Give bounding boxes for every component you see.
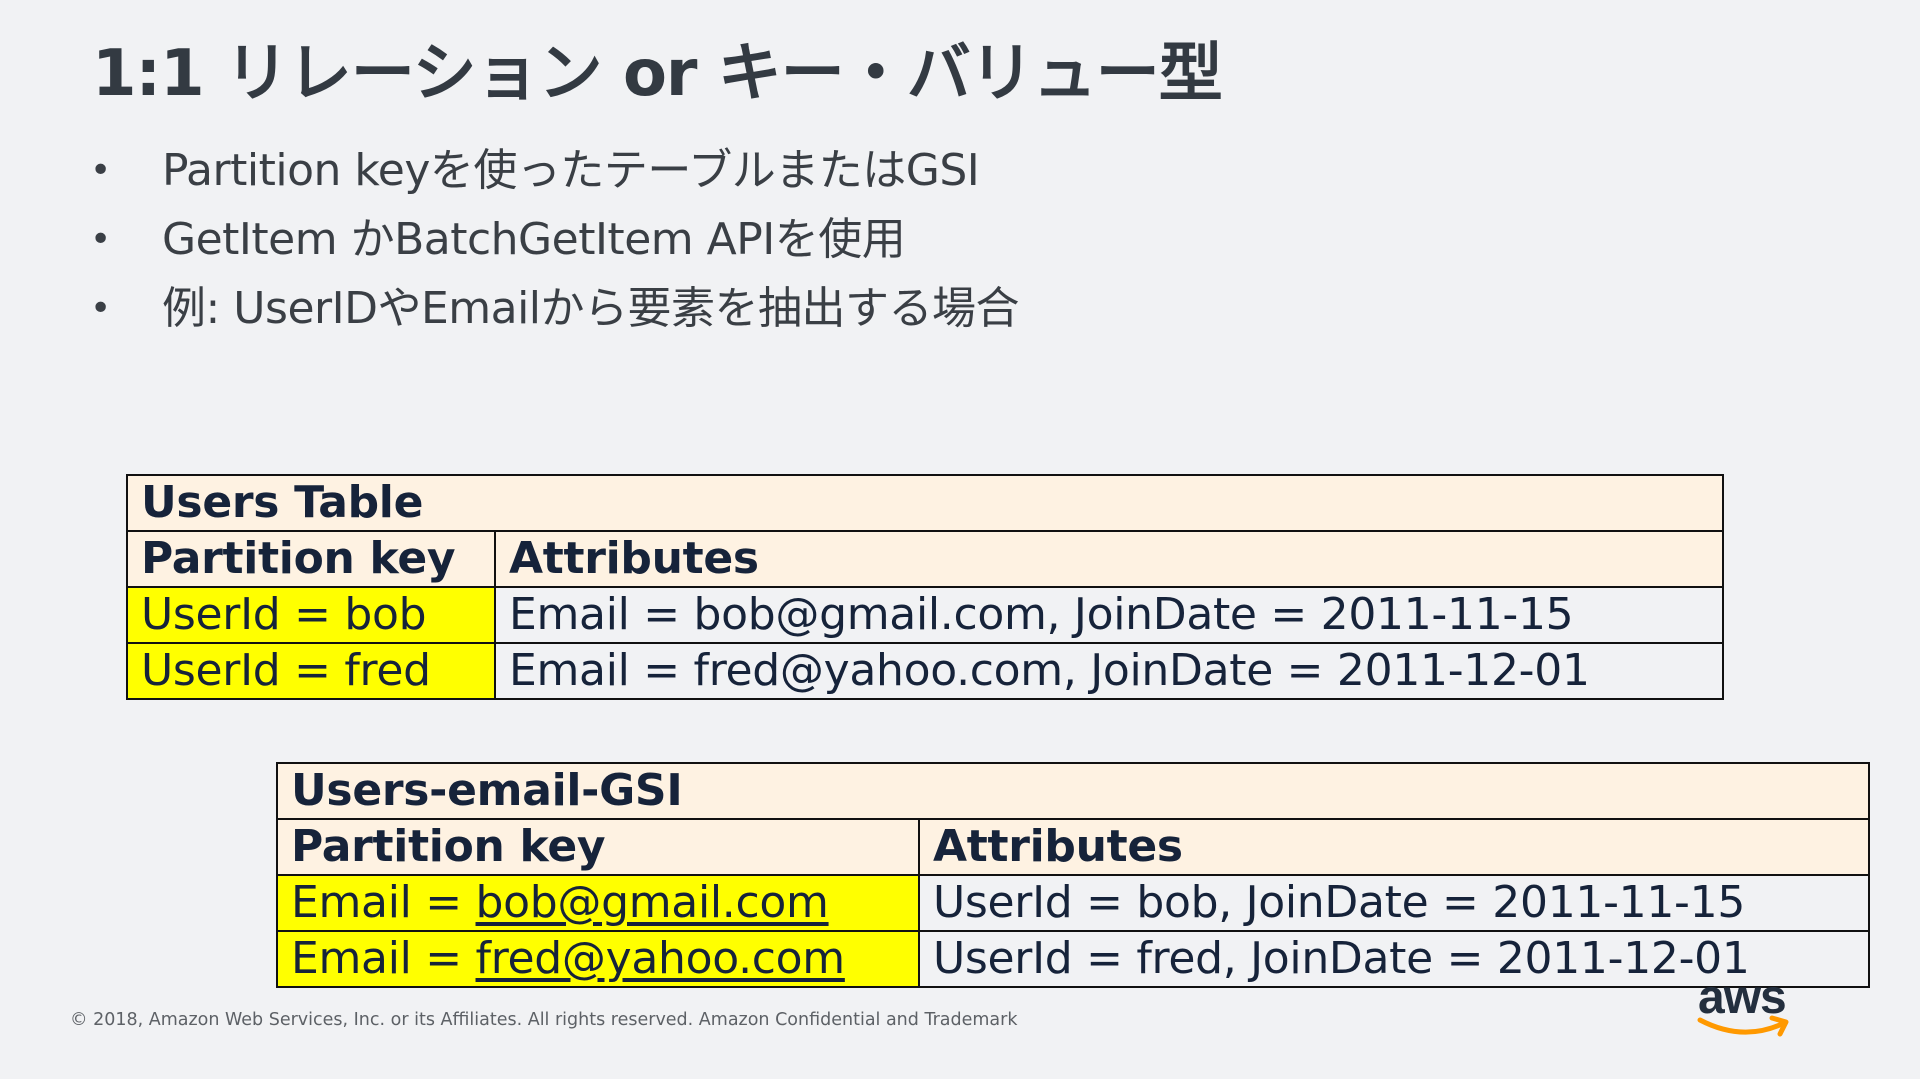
table-header-row: Partition key Attributes <box>126 530 1724 588</box>
table-title: Users-email-GSI <box>276 762 1870 820</box>
copyright-footer: © 2018, Amazon Web Services, Inc. or its… <box>70 1010 1018 1030</box>
table-title-row: Users Table <box>126 474 1724 532</box>
attributes-cell: Email = fred@yahoo.com, JoinDate = 2011-… <box>494 642 1724 700</box>
email-link[interactable]: bob@gmail.com <box>476 877 829 928</box>
key-prefix: Email = <box>291 933 476 984</box>
column-header-attributes: Attributes <box>494 530 1724 588</box>
table-header-row: Partition key Attributes <box>276 818 1870 876</box>
aws-logo: aws <box>1696 971 1796 1046</box>
key-prefix: Email = <box>291 877 476 928</box>
column-header-partition-key: Partition key <box>276 818 920 876</box>
attributes-cell: Email = bob@gmail.com, JoinDate = 2011-1… <box>494 586 1724 644</box>
bullet-marker: • <box>90 219 112 260</box>
column-header-partition-key: Partition key <box>126 530 496 588</box>
partition-key-cell: Email = fred@yahoo.com <box>276 930 920 988</box>
table-row: UserId = fred Email = fred@yahoo.com, Jo… <box>126 642 1724 700</box>
bullet-marker: • <box>90 150 112 191</box>
partition-key-cell: UserId = fred <box>126 642 496 700</box>
table-row: Email = bob@gmail.com UserId = bob, Join… <box>276 874 1870 932</box>
aws-smile-icon <box>1697 1015 1789 1037</box>
bullet-text: GetItem かBatchGetItem APIを使用 <box>162 214 906 265</box>
table-title-row: Users-email-GSI <box>276 762 1870 820</box>
bullet-text: 例: UserIDやEmailから要素を抽出する場合 <box>162 283 1020 334</box>
table-title: Users Table <box>126 474 1724 532</box>
bullet-text: Partition keyを使ったテーブルまたはGSI <box>162 145 980 196</box>
attributes-cell: UserId = bob, JoinDate = 2011-11-15 <box>918 874 1870 932</box>
gsi-table: Users-email-GSI Partition key Attributes… <box>276 762 1870 988</box>
partition-key-cell: Email = bob@gmail.com <box>276 874 920 932</box>
table-row: UserId = bob Email = bob@gmail.com, Join… <box>126 586 1724 644</box>
column-header-attributes: Attributes <box>918 818 1870 876</box>
email-link[interactable]: fred@yahoo.com <box>476 933 846 984</box>
table-row: Email = fred@yahoo.com UserId = fred, Jo… <box>276 930 1870 988</box>
users-table: Users Table Partition key Attributes Use… <box>126 474 1724 700</box>
slide-title: 1:1 リレーション or キー・バリュー型 <box>92 37 1223 111</box>
bullet-marker: • <box>90 288 112 329</box>
partition-key-cell: UserId = bob <box>126 586 496 644</box>
